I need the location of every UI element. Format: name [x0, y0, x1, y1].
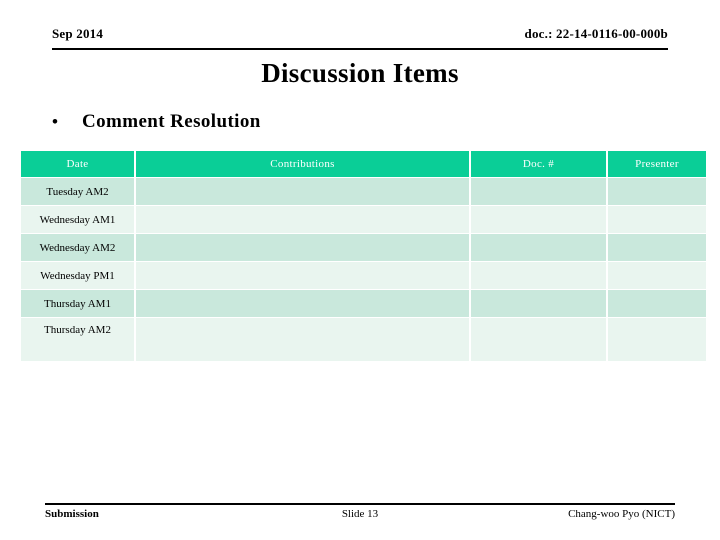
- cell-presenter: [608, 234, 706, 261]
- cell-doc: [471, 234, 606, 261]
- cell-date: Thursday AM1: [21, 290, 134, 317]
- table-row: Wednesday AM2: [21, 234, 706, 261]
- table-row: Thursday AM2: [21, 318, 706, 361]
- slide-footer: Submission Slide 13 Chang-woo Pyo (NICT): [45, 503, 675, 527]
- cell-date: Thursday AM2: [21, 318, 134, 361]
- cell-doc: [471, 206, 606, 233]
- cell-contributions: [136, 206, 469, 233]
- header-doc-ref: doc.: 22-14-0116-00-000b: [524, 26, 668, 41]
- table-header-row: Date Contributions Doc. # Presenter: [21, 151, 706, 177]
- bullet-item-text: Comment Resolution: [82, 111, 261, 132]
- column-header-contributions: Contributions: [136, 151, 469, 177]
- cell-contributions: [136, 262, 469, 289]
- cell-doc: [471, 318, 606, 361]
- cell-doc: [471, 290, 606, 317]
- cell-date: Wednesday AM1: [21, 206, 134, 233]
- table-row: Wednesday PM1: [21, 262, 706, 289]
- cell-doc: [471, 262, 606, 289]
- cell-presenter: [608, 318, 706, 361]
- schedule-table: Date Contributions Doc. # Presenter Tues…: [19, 150, 708, 362]
- footer-author: Chang-woo Pyo (NICT): [568, 508, 675, 520]
- cell-contributions: [136, 234, 469, 261]
- bullet-list: • Comment Resolution: [52, 111, 672, 133]
- bullet-icon: •: [52, 112, 58, 131]
- cell-presenter: [608, 178, 706, 205]
- cell-date: Wednesday AM2: [21, 234, 134, 261]
- cell-date: Tuesday AM2: [21, 178, 134, 205]
- cell-contributions: [136, 290, 469, 317]
- cell-contributions: [136, 178, 469, 205]
- slide-header: Sep 2014 doc.: 22-14-0116-00-000b: [52, 26, 668, 50]
- header-date: Sep 2014: [52, 26, 104, 41]
- cell-presenter: [608, 290, 706, 317]
- page-title: Discussion Items: [261, 58, 459, 88]
- column-header-doc: Doc. #: [471, 151, 606, 177]
- table-row: Wednesday AM1: [21, 206, 706, 233]
- cell-date: Wednesday PM1: [21, 262, 134, 289]
- table-row: Thursday AM1: [21, 290, 706, 317]
- table-row: Tuesday AM2: [21, 178, 706, 205]
- cell-doc: [471, 178, 606, 205]
- column-header-date: Date: [21, 151, 134, 177]
- list-item: • Comment Resolution: [52, 111, 672, 133]
- cell-presenter: [608, 262, 706, 289]
- cell-presenter: [608, 206, 706, 233]
- cell-contributions: [136, 318, 469, 361]
- column-header-presenter: Presenter: [608, 151, 706, 177]
